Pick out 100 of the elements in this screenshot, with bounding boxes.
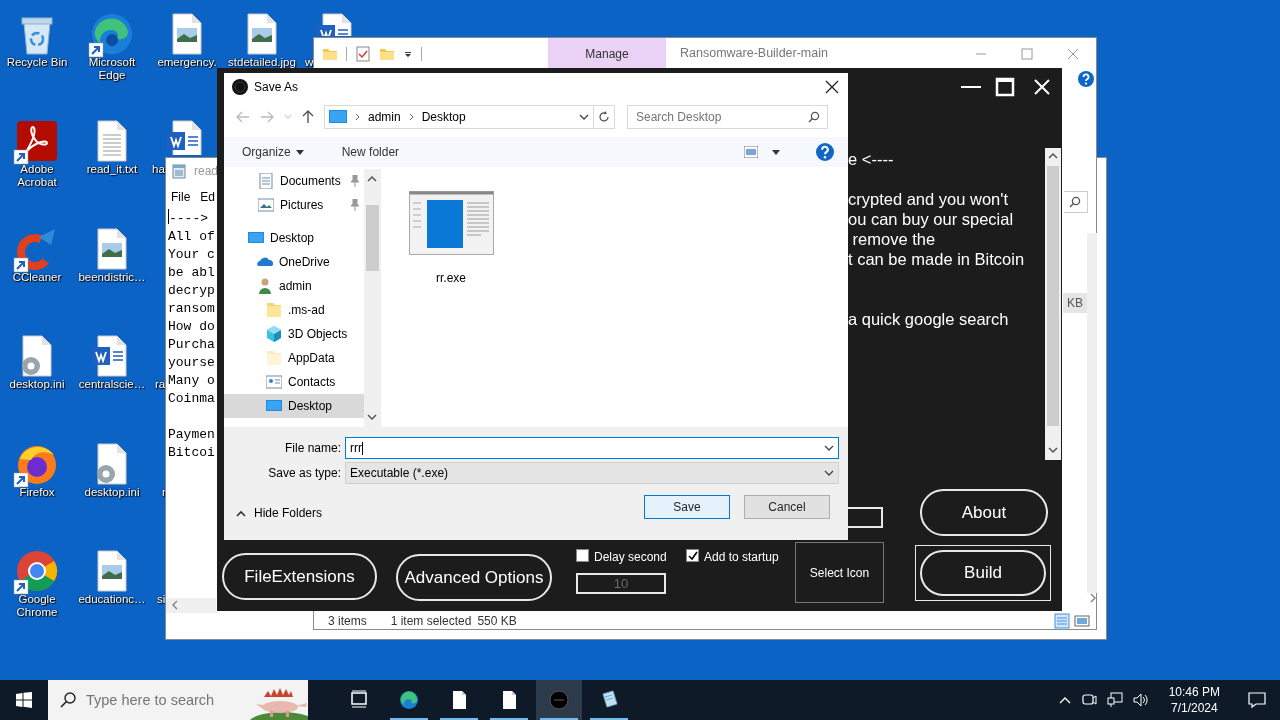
about-button[interactable]: About (920, 489, 1048, 536)
desktop-icon-label[interactable]: Microsoft Edge (75, 56, 149, 82)
file-extensions-button[interactable]: FileExtensions (222, 553, 377, 600)
cancel-button[interactable]: Cancel (744, 495, 830, 519)
save-button[interactable]: Save (644, 495, 730, 519)
scroll-down-icon[interactable] (367, 413, 377, 421)
thumbnail-view-icon[interactable] (1074, 613, 1090, 629)
pin-icon[interactable] (350, 199, 360, 211)
desktop-icon-label[interactable]: stdetailed.jpg (225, 56, 299, 69)
scroll-left-icon[interactable] (171, 600, 179, 610)
search-icon[interactable] (808, 111, 820, 123)
nav-item[interactable]: admin (224, 274, 364, 298)
refresh-icon[interactable] (598, 111, 610, 123)
ribbon-tab[interactable]: Manage (548, 38, 666, 69)
clock-time[interactable]: 10:46 PM (1168, 684, 1220, 700)
menu-item[interactable]: Ed (200, 187, 216, 206)
breadcrumb[interactable]: admin (368, 108, 401, 126)
desktop-icon-label[interactable]: beendistric… (75, 271, 149, 284)
scroll-thumb[interactable] (1047, 166, 1059, 426)
new-folder-button[interactable]: New folder (341, 143, 400, 161)
file-name[interactable]: rr.exe (436, 269, 466, 287)
start-icon[interactable] (16, 692, 32, 708)
desktop-icon-label[interactable]: emergency. (150, 56, 224, 69)
desktop-icon-label[interactable]: desktop.ini (75, 486, 149, 499)
checkbox[interactable] (686, 549, 699, 562)
dropdown-icon[interactable] (824, 445, 834, 451)
computer-icon (329, 110, 347, 124)
scroll-up-icon[interactable] (1048, 152, 1058, 160)
search-field[interactable]: Type here to search (48, 680, 308, 720)
nav-item[interactable]: .ms-ad (224, 298, 364, 322)
scroll-down-icon[interactable] (1048, 446, 1058, 454)
desktop-icon-label[interactable]: Firefox (0, 486, 74, 499)
select-icon-button[interactable]: Select Icon (795, 542, 884, 603)
search-icon[interactable] (1069, 196, 1081, 208)
desktop-icon-label[interactable]: si (157, 593, 166, 606)
view-icon[interactable] (744, 146, 758, 158)
text-line: remove the (851, 229, 937, 249)
desktop-icon-label[interactable]: w (305, 56, 314, 69)
volume-icon[interactable] (1132, 692, 1149, 708)
help-icon[interactable] (816, 143, 834, 161)
desktop-icon-label[interactable]: ha (152, 163, 165, 176)
dropdown-icon[interactable] (579, 114, 589, 120)
breadcrumb[interactable]: Desktop (421, 108, 466, 126)
scroll-thumb[interactable] (366, 205, 379, 271)
task-view-icon[interactable] (349, 690, 369, 710)
file-name-field[interactable]: rrr (345, 437, 839, 459)
nav-item[interactable]: 3D Objects (224, 322, 364, 346)
dropdown-icon[interactable] (295, 149, 304, 155)
nav-item[interactable]: OneDrive (224, 250, 364, 274)
advanced-options-button[interactable]: Advanced Options (396, 554, 552, 601)
search-field[interactable] (1064, 191, 1088, 213)
menu-item[interactable]: File (171, 187, 191, 206)
dropdown-icon[interactable] (772, 149, 780, 155)
file-type-dropdown[interactable]: Executable (*.exe) (345, 462, 839, 484)
network-icon[interactable] (1106, 692, 1123, 708)
nav-item[interactable]: AppData (224, 346, 364, 370)
search-field[interactable]: Search Desktop (627, 105, 828, 129)
desktop-icon-label[interactable]: Google Chrome (0, 593, 74, 619)
desktop-icon-label[interactable]: educationc… (75, 593, 149, 606)
close-icon[interactable] (825, 79, 839, 94)
build-button[interactable]: Build (920, 550, 1046, 596)
clock-date[interactable]: 7/1/2024 (1170, 700, 1218, 716)
chevron-up-icon[interactable] (1058, 696, 1071, 704)
maximize-icon[interactable] (993, 75, 1017, 99)
scroll-right-icon[interactable] (1089, 593, 1097, 603)
desktop-icon-label[interactable]: desktop.ini (0, 378, 74, 391)
checkbox-label: Add to startup (704, 549, 779, 566)
checkbox[interactable] (576, 549, 589, 562)
organize-menu[interactable]: Organize (242, 143, 291, 161)
text-line: be abl (168, 264, 215, 282)
desktop-icon-label[interactable]: Adobe Acrobat (0, 163, 74, 189)
desktop-icon-label[interactable]: centralscie… (75, 378, 149, 391)
nav-item[interactable]: Desktop (224, 394, 364, 418)
browser-icon[interactable] (399, 690, 419, 710)
running-indicator (490, 718, 528, 720)
pin-icon[interactable] (350, 175, 360, 187)
desktop-icon-label[interactable]: Recycle Bin (0, 56, 74, 69)
notification-icon[interactable] (1248, 691, 1266, 709)
nav-item[interactable]: Documents (224, 169, 364, 193)
notepad-icon[interactable] (599, 690, 619, 710)
scroll-up-icon[interactable] (367, 175, 377, 183)
desktop-icon-label[interactable]: CCleaner (0, 271, 74, 284)
desktop-icon-label[interactable]: read_it.txt (75, 163, 149, 176)
properties-icon[interactable] (355, 45, 371, 62)
nav-item[interactable]: Pictures (224, 193, 364, 217)
dropdown-icon[interactable] (824, 470, 834, 476)
status-text: 550 KB (477, 613, 517, 630)
nav-item[interactable]: Desktop (224, 226, 364, 250)
text-line: ransom (168, 300, 215, 318)
document-icon (258, 173, 274, 189)
up-icon[interactable] (302, 110, 314, 124)
hide-folders-button[interactable]: Hide Folders (236, 504, 323, 522)
desktop-icon-label[interactable]: ra (155, 378, 166, 391)
address-bar[interactable]: admin Desktop (324, 105, 594, 129)
desktop-icon-label[interactable]: r (162, 486, 166, 499)
nav-item[interactable]: Contacts (224, 370, 364, 394)
camera-icon[interactable] (1080, 692, 1097, 708)
window-thumbnail-icon[interactable] (408, 191, 494, 255)
help-icon[interactable] (1078, 71, 1094, 87)
taskbar-button[interactable] (536, 680, 582, 720)
